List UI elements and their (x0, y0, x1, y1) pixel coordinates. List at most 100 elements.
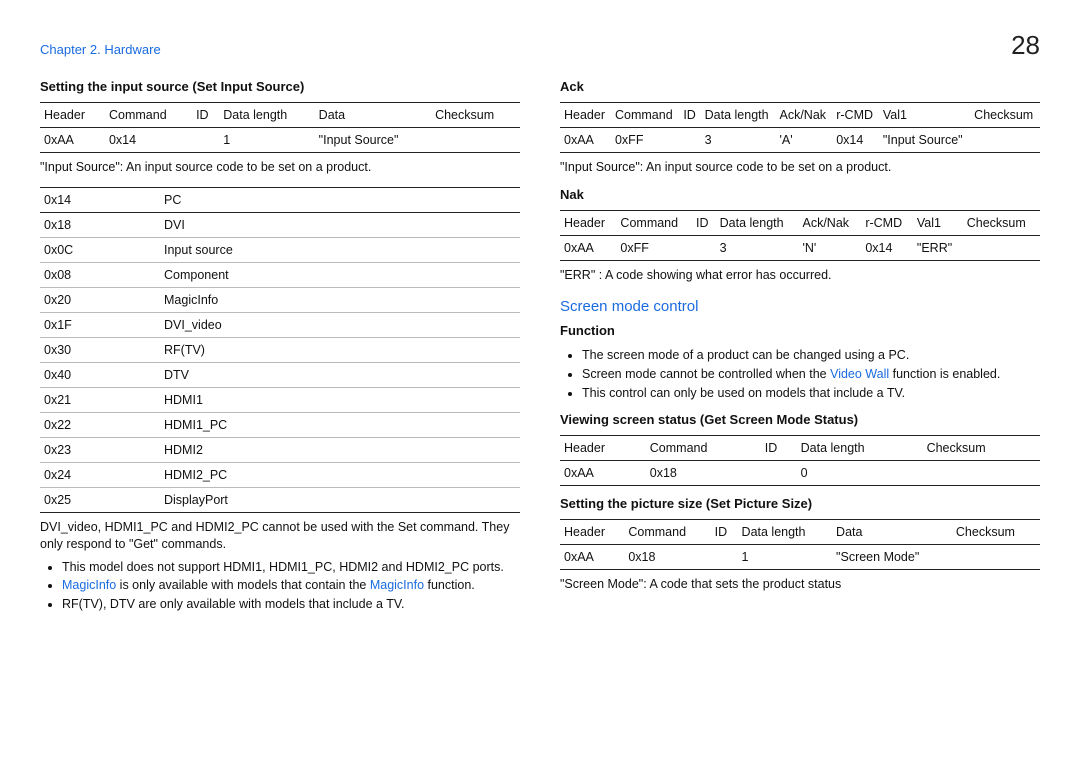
th: Checksum (970, 103, 1040, 128)
text: is only available with models that conta… (116, 578, 370, 592)
th: Command (105, 103, 192, 128)
td: 0x40 (40, 362, 160, 387)
magicinfo-link[interactable]: MagicInfo (370, 578, 424, 592)
td (679, 128, 700, 153)
td (970, 128, 1040, 153)
td: 0xAA (40, 128, 105, 153)
td: HDMI2 (160, 437, 520, 462)
page-number: 28 (1011, 30, 1040, 61)
left-column: Setting the input source (Set Input Sour… (40, 79, 520, 618)
td: 0x18 (646, 461, 761, 486)
td: 0 (797, 461, 923, 486)
set-input-title: Setting the input source (Set Input Sour… (40, 79, 520, 94)
list-item: RF(TV), DTV are only available with mode… (62, 595, 520, 614)
td (692, 235, 716, 260)
td: 0xAA (560, 235, 616, 260)
function-list: The screen mode of a product can be chan… (560, 346, 1040, 402)
th: Ack/Nak (775, 103, 832, 128)
th: r-CMD (832, 103, 879, 128)
th: Header (560, 103, 611, 128)
chapter-label: Chapter 2. Hardware (40, 42, 161, 57)
list-item: The screen mode of a product can be chan… (582, 346, 1040, 365)
nak-table: Header Command ID Data length Ack/Nak r-… (560, 210, 1040, 261)
th: ID (761, 436, 797, 461)
list-item: This model does not support HDMI1, HDMI1… (62, 558, 520, 577)
td: "Input Source" (315, 128, 431, 153)
th: Header (560, 520, 624, 545)
td: "Input Source" (879, 128, 970, 153)
get-screen-table: Header Command ID Data length Checksum 0… (560, 435, 1040, 486)
th: Header (560, 436, 646, 461)
nak-desc: "ERR" : A code showing what error has oc… (560, 267, 1040, 285)
td: DVI_video (160, 312, 520, 337)
td: 0xAA (560, 545, 624, 570)
text: Screen mode cannot be controlled when th… (582, 367, 830, 381)
td: 0x21 (40, 387, 160, 412)
td: DVI (160, 212, 520, 237)
th: ID (192, 103, 219, 128)
th: Data length (738, 520, 833, 545)
set-input-desc: "Input Source": An input source code to … (40, 159, 520, 177)
td: 0xFF (611, 128, 679, 153)
th: ID (711, 520, 738, 545)
set-picture-desc: "Screen Mode": A code that sets the prod… (560, 576, 1040, 594)
td (963, 235, 1040, 260)
td (761, 461, 797, 486)
th: Command (624, 520, 710, 545)
td: RF(TV) (160, 337, 520, 362)
td: 0x18 (624, 545, 710, 570)
td: 0x08 (40, 262, 160, 287)
set-picture-table: Header Command ID Data length Data Check… (560, 519, 1040, 570)
input-codes-table: 0x14PC0x18DVI0x0CInput source0x08Compone… (40, 187, 520, 513)
td: 0xAA (560, 128, 611, 153)
nak-title: Nak (560, 187, 1040, 202)
td: 0x24 (40, 462, 160, 487)
th: Data (315, 103, 431, 128)
td: 'A' (775, 128, 832, 153)
th: Val1 (913, 210, 963, 235)
td: 3 (716, 235, 799, 260)
td: 0x14 (40, 187, 160, 212)
td: 0xAA (560, 461, 646, 486)
td: 0x30 (40, 337, 160, 362)
td: 0x20 (40, 287, 160, 312)
th: Val1 (879, 103, 970, 128)
magicinfo-link[interactable]: MagicInfo (62, 578, 116, 592)
td (711, 545, 738, 570)
videowall-link[interactable]: Video Wall (830, 367, 889, 381)
td: MagicInfo (160, 287, 520, 312)
td (192, 128, 219, 153)
th: Header (560, 210, 616, 235)
set-picture-title: Setting the picture size (Set Picture Si… (560, 496, 1040, 511)
td: "ERR" (913, 235, 963, 260)
function-label: Function (560, 323, 1040, 338)
td: DTV (160, 362, 520, 387)
ack-title: Ack (560, 79, 1040, 94)
th: Data length (797, 436, 923, 461)
td: 0x23 (40, 437, 160, 462)
page-header: Chapter 2. Hardware 28 (40, 30, 1040, 61)
td: 0x14 (832, 128, 879, 153)
notes-list: This model does not support HDMI1, HDMI1… (40, 558, 520, 614)
text: function is enabled. (889, 367, 1000, 381)
td: Component (160, 262, 520, 287)
ack-desc: "Input Source": An input source code to … (560, 159, 1040, 177)
td: 0x25 (40, 487, 160, 512)
td: PC (160, 187, 520, 212)
td: 0x14 (105, 128, 192, 153)
td (923, 461, 1040, 486)
th: Command (646, 436, 761, 461)
td: 0x14 (861, 235, 913, 260)
note-get-only: DVI_video, HDMI1_PC and HDMI2_PC cannot … (40, 519, 520, 554)
set-input-table: Header Command ID Data length Data Check… (40, 102, 520, 153)
td: 1 (219, 128, 314, 153)
screen-mode-heading: Screen mode control (560, 298, 1040, 315)
list-item: This control can only be used on models … (582, 384, 1040, 403)
td: HDMI1_PC (160, 412, 520, 437)
right-column: Ack Header Command ID Data length Ack/Na… (560, 79, 1040, 618)
td: 'N' (799, 235, 862, 260)
th: Header (40, 103, 105, 128)
td (431, 128, 520, 153)
th: Checksum (952, 520, 1040, 545)
td (952, 545, 1040, 570)
